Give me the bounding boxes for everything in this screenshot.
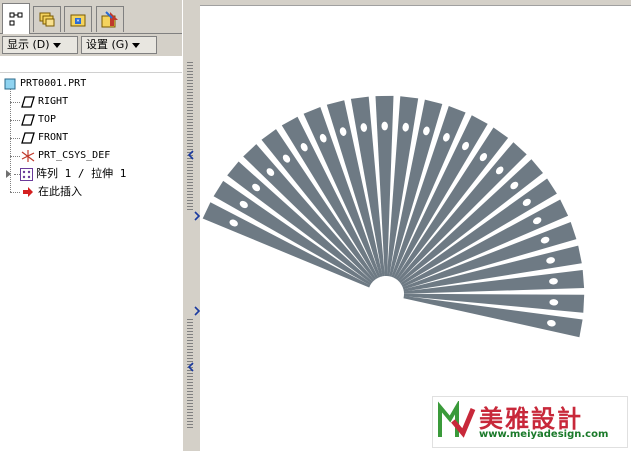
tree-connector [10, 102, 20, 103]
show-menu-label: 显示 (D) [7, 38, 50, 51]
datum-plane-icon [21, 131, 35, 145]
tree-item-insert-here[interactable]: 在此插入 [21, 184, 82, 200]
tree-menu-row: 显示 (D) 设置 (G) [0, 34, 182, 56]
expand-triangle-icon[interactable] [6, 170, 11, 178]
datum-plane-icon [21, 113, 35, 127]
pattern-icon [19, 167, 33, 181]
show-menu-button[interactable]: 显示 (D) [2, 36, 78, 54]
tree-item-label: TOP [38, 114, 57, 125]
tree-item-csys[interactable]: PRT_CSYS_DEF [21, 148, 110, 164]
tree-item-label: 阵列 1 / 拉伸 1 [36, 167, 127, 180]
tree-item-label: 在此插入 [38, 185, 82, 198]
tab-folder-browser[interactable]: * [64, 6, 92, 32]
tree-item-front[interactable]: FRONT [21, 130, 68, 146]
tree-item-top[interactable]: TOP [21, 112, 56, 128]
coordinate-system-icon [21, 149, 35, 163]
fan-blade-hole [381, 121, 388, 131]
favorites-icon [101, 10, 118, 27]
collapse-left-arrow-icon[interactable] [187, 150, 195, 160]
model-tree-icon [9, 12, 23, 26]
tree-connector [10, 138, 20, 139]
tree-item-pattern[interactable]: 阵列 1 / 拉伸 1 [6, 166, 126, 182]
chevron-down-icon [52, 42, 61, 48]
tab-model-tree[interactable] [2, 3, 30, 34]
tree-root-label: PRT0001.PRT [20, 78, 87, 89]
layers-icon [39, 12, 55, 26]
tree-item-label: RIGHT [38, 96, 69, 107]
insert-here-arrow-icon [21, 185, 35, 199]
part-icon [3, 77, 17, 91]
collapse-left-arrow-icon[interactable] [187, 362, 195, 372]
chevron-down-icon [131, 42, 140, 48]
brand-logo-icon [438, 401, 476, 438]
tree-root-part[interactable]: PRT0001.PRT [3, 76, 86, 92]
fan-model[interactable] [200, 6, 631, 451]
tree-connector [10, 192, 20, 193]
tree-connector [10, 120, 20, 121]
navigator-tabbar: * [0, 0, 182, 34]
tree-connector [10, 156, 20, 157]
settings-menu-label: 设置 (G) [86, 38, 129, 51]
datum-plane-icon [21, 95, 35, 109]
tree-header-spacer [0, 56, 182, 73]
tree-item-label: PRT_CSYS_DEF [38, 150, 111, 161]
tree-item-label: FRONT [38, 132, 69, 143]
splitter-grip[interactable] [187, 318, 193, 428]
svg-text:*: * [77, 18, 80, 25]
splitter-grip[interactable] [187, 60, 193, 210]
settings-menu-button[interactable]: 设置 (G) [81, 36, 157, 54]
tab-favorites[interactable] [96, 6, 124, 32]
brand-watermark: 美雅設計 www.meiyadesign.com [432, 396, 628, 448]
tree-item-right[interactable]: RIGHT [21, 94, 68, 110]
tab-layers[interactable] [33, 6, 61, 32]
panel-splitter[interactable] [182, 0, 201, 451]
model-tree-panel: * 显示 (D) 设置 (G) PRT0001.PRT RIGHT TOP FR… [0, 0, 183, 451]
graphics-window[interactable] [200, 6, 631, 451]
folder-browser-icon: * [70, 14, 86, 26]
brand-url: www.meiyadesign.com [479, 429, 609, 440]
